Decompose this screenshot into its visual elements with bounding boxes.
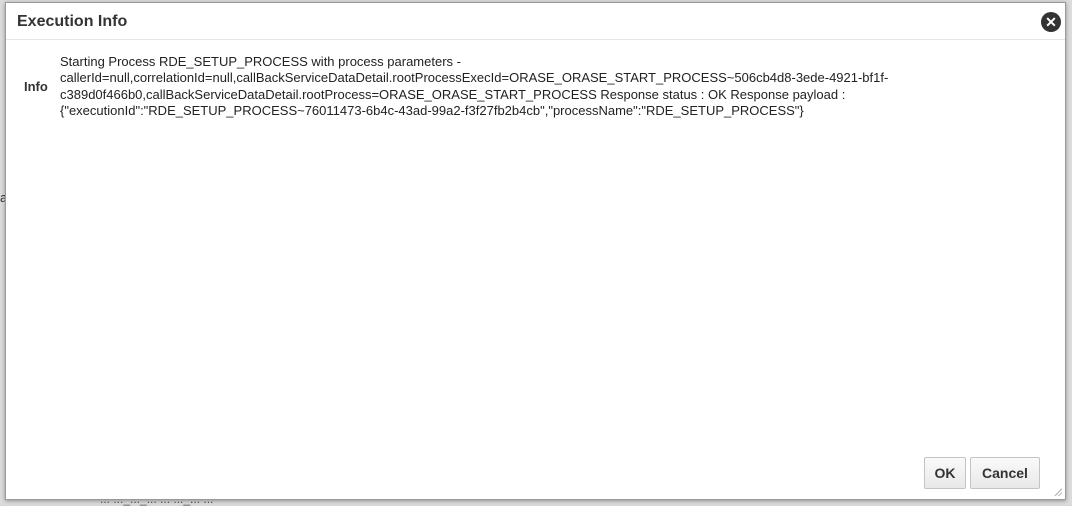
dialog-header: Execution Info ✕ bbox=[6, 3, 1065, 40]
message-line: callerId=null,correlationId=null,callBac… bbox=[60, 70, 889, 86]
ok-button[interactable]: OK bbox=[924, 457, 966, 489]
cancel-button[interactable]: Cancel bbox=[970, 457, 1040, 489]
info-message: Starting Process RDE_SETUP_PROCESS with … bbox=[60, 54, 960, 120]
close-icon[interactable]: ✕ bbox=[1041, 12, 1061, 32]
resize-grip-icon[interactable] bbox=[1052, 486, 1062, 496]
message-line: c389d0f466b0,callBackServiceDataDetail.r… bbox=[60, 86, 846, 102]
message-line: {"executionId":"RDE_SETUP_PROCESS~760114… bbox=[60, 103, 804, 119]
info-label: Info bbox=[24, 79, 48, 94]
execution-info-dialog: Execution Info ✕ Info Starting Process R… bbox=[5, 2, 1066, 500]
dialog-title: Execution Info bbox=[17, 13, 128, 30]
message-line: Starting Process RDE_SETUP_PROCESS with … bbox=[60, 54, 461, 69]
